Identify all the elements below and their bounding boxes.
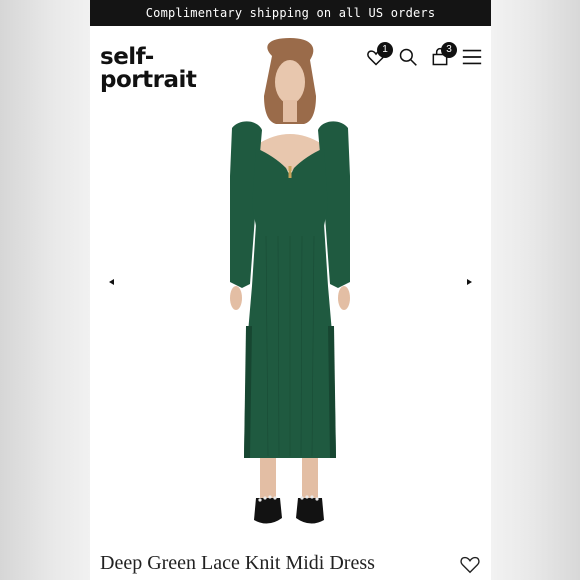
menu-icon [462, 49, 482, 65]
shoe-right [296, 498, 324, 524]
model-hand-left [230, 286, 242, 310]
brand-logo-line1: self- [100, 44, 154, 70]
wishlist-count-badge: 1 [377, 42, 393, 58]
search-button[interactable] [395, 44, 421, 70]
shoe-left [254, 498, 282, 524]
wishlist-button[interactable]: 1 [363, 42, 393, 70]
model-hand-right [338, 286, 350, 310]
brand-logo-line2: portrait [100, 67, 197, 93]
cart-button[interactable]: 3 [427, 42, 457, 70]
model-face [275, 60, 305, 104]
model-leg-left [260, 458, 276, 502]
caret-right-icon[interactable] [463, 276, 475, 288]
caret-left-icon[interactable] [106, 276, 118, 288]
search-icon [399, 48, 417, 66]
product-image[interactable] [90, 26, 491, 546]
brand-logo[interactable]: self- portrait [100, 44, 197, 93]
model-leg-right [302, 458, 318, 502]
product-title: Deep Green Lace Knit Midi Dress [100, 552, 375, 574]
header-icons: 1 3 [363, 40, 485, 74]
background-right [491, 0, 580, 580]
menu-button[interactable] [459, 44, 485, 70]
product-title-row: Deep Green Lace Knit Midi Dress [90, 548, 491, 580]
background-left [0, 0, 90, 580]
dress-clasp [288, 166, 292, 178]
model-neck [283, 100, 297, 122]
promo-banner[interactable]: Complimentary shipping on all US orders [90, 0, 491, 26]
cart-count-badge: 3 [441, 42, 457, 58]
heart-outline-icon[interactable] [459, 553, 481, 575]
phone-screen: Complimentary shipping on all US orders [90, 0, 491, 580]
